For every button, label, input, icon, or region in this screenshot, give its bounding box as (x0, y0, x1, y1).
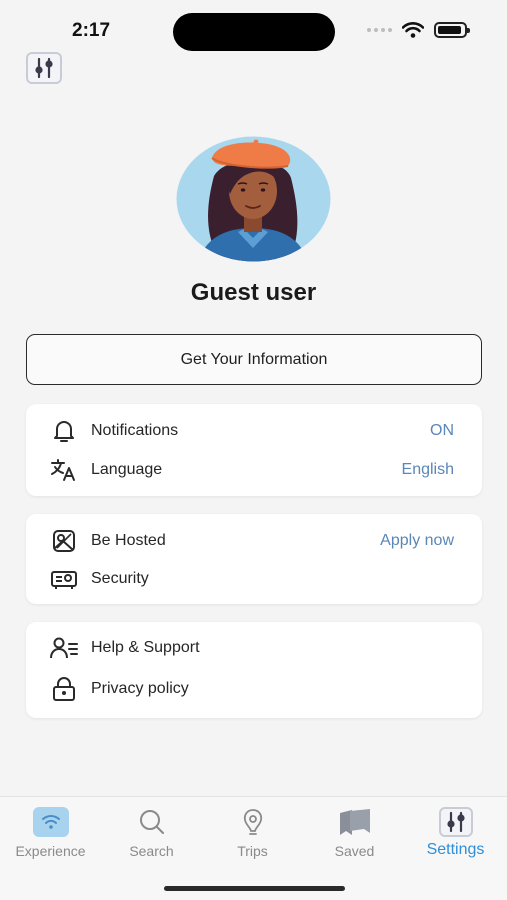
notifications-row[interactable]: Notifications ON (26, 416, 482, 446)
tab-search[interactable]: Search (101, 797, 202, 867)
user-name: Guest user (190, 279, 317, 306)
apply-now-link[interactable]: Apply now (380, 532, 454, 550)
sliders-icon (438, 807, 474, 837)
tab-search-label: Search (129, 843, 174, 859)
status-time: 2:17 (72, 20, 111, 41)
support-icon (50, 635, 78, 661)
notifications-label: Notifications (91, 422, 179, 439)
settings-card-hosting: Be Hosted Apply now Security (26, 514, 482, 604)
language-label: Language (91, 461, 163, 478)
tab-settings[interactable]: Settings (405, 797, 506, 867)
wifi-status-icon (402, 22, 424, 38)
settings-card-preferences: Notifications ON Language English (26, 404, 482, 496)
tab-experience[interactable]: Experience (0, 797, 101, 867)
location-pin-icon (235, 807, 271, 837)
status-icons (367, 22, 470, 38)
lock-icon (50, 676, 78, 702)
avatar (176, 136, 331, 262)
privacy-policy-row[interactable]: Privacy policy (26, 674, 482, 704)
tab-settings-label: Settings (426, 841, 485, 858)
be-hosted-label: Be Hosted (91, 532, 166, 549)
bell-icon (50, 418, 78, 444)
status-bar: 2:17 (0, 0, 507, 60)
tab-saved[interactable]: Saved (304, 797, 405, 867)
sliders-icon (35, 57, 53, 79)
language-row[interactable]: Language English (26, 455, 482, 485)
translate-icon (50, 457, 78, 483)
help-support-label: Help & Support (91, 639, 200, 656)
tab-bar: Experience Search Trips Saved Settings (0, 796, 507, 900)
home-indicator (164, 886, 345, 891)
security-row[interactable]: Security (26, 564, 482, 594)
hosted-icon (50, 528, 78, 554)
wifi-icon (32, 807, 69, 837)
security-label: Security (91, 570, 149, 587)
tab-saved-label: Saved (334, 843, 375, 859)
notifications-value: ON (430, 422, 454, 439)
language-value: English (401, 461, 454, 478)
get-information-button[interactable]: Get Your Information (26, 334, 482, 385)
tab-trips[interactable]: Trips (202, 797, 303, 867)
help-support-row[interactable]: Help & Support (26, 633, 482, 663)
signal-icon (367, 28, 392, 32)
dynamic-island (173, 13, 335, 51)
bookmark-icon (337, 807, 373, 837)
tab-experience-label: Experience (15, 843, 86, 859)
search-icon (134, 807, 170, 837)
security-icon (50, 566, 78, 592)
filter-settings-button[interactable] (26, 52, 62, 84)
tab-trips-label: Trips (237, 843, 268, 859)
privacy-policy-label: Privacy policy (91, 680, 189, 697)
be-hosted-row[interactable]: Be Hosted Apply now (26, 526, 482, 556)
settings-card-support: Help & Support Privacy policy (26, 622, 482, 718)
battery-icon (434, 22, 470, 38)
